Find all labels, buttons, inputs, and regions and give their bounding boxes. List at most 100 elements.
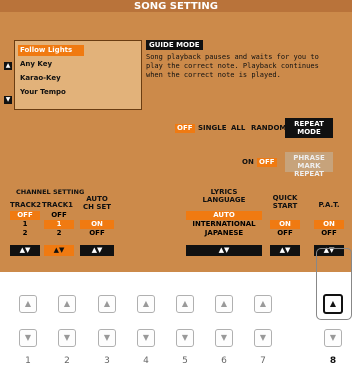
button-number-8: 8 [329,356,337,366]
phrase-option-off[interactable]: OFF [257,158,277,167]
quick-start-value-off[interactable]: OFF [270,229,300,238]
button-2-up[interactable]: ▲ [58,295,76,313]
lcd-screen: SONG SETTING ▲ ▼ Follow Lights Any Key K… [0,0,352,272]
repeat-option-random[interactable]: RANDOM [249,124,288,133]
down-triangle-icon: ▼ [63,333,71,342]
down-triangle-icon: ▼ [259,333,267,342]
list-item-any-key[interactable]: Any Key [18,59,52,70]
auto-ch-set-label-line1: AUTO [86,195,108,203]
button-1-up[interactable]: ▲ [19,295,37,313]
down-triangle-icon: ▼ [329,333,337,342]
button-7-down[interactable]: ▼ [254,329,272,347]
up-triangle-icon: ▲ [181,299,189,308]
track2-label: TRACK2 [10,201,42,209]
repeat-option-all[interactable]: ALL [229,124,247,133]
pat-value-on[interactable]: ON [314,220,344,229]
phrase-mark-repeat-button[interactable]: PHRASE MARK REPEAT [285,152,333,178]
pat-value-off[interactable]: OFF [314,229,344,238]
button-number-2: 2 [64,356,70,366]
quick-start-label-line2: START [272,202,298,210]
guide-mode-description: Song playback pauses and waits for you t… [146,53,319,79]
button-3-down[interactable]: ▼ [98,329,116,347]
button-6-down[interactable]: ▼ [215,329,233,347]
phrase-mark-button-line2: REPEAT [294,170,324,178]
button-6-up[interactable]: ▲ [215,295,233,313]
down-triangle-icon: ▼ [220,333,228,342]
track2-value-2[interactable]: 2 [10,229,40,238]
repeat-option-single[interactable]: SINGLE [196,124,229,133]
track1-value-1[interactable]: 1 [44,220,74,229]
down-triangle-icon: ▼ [103,333,111,342]
phrase-option-on[interactable]: ON [240,158,256,167]
list-item-karao-key[interactable]: Karao-Key [18,73,61,84]
button-number-7: 7 [260,356,266,366]
track1-value-off[interactable]: OFF [44,211,74,220]
updown-arrows-icon: ▲▼ [279,246,291,254]
button-3-up[interactable]: ▲ [98,295,116,313]
list-up-arrow-icon[interactable]: ▲ [4,62,12,70]
down-triangle-icon: ▼ [24,333,32,342]
track1-label: TRACK1 [42,201,74,209]
button-number-3: 3 [104,356,110,366]
track2-updown-control[interactable]: ▲▼ [10,245,40,256]
button-number-5: 5 [182,356,188,366]
down-triangle-icon: ▼ [181,333,189,342]
auto-ch-set-label: AUTO CH SET [80,195,114,211]
updown-arrows-icon: ▲▼ [218,246,230,254]
repeat-option-off[interactable]: OFF [175,124,195,133]
pat-label: P.A.T. [318,201,340,209]
lyrics-value-auto[interactable]: AUTO [186,211,262,220]
repeat-mode-button[interactable]: REPEAT MODE [285,118,333,138]
repeat-mode-button-line1: REPEAT [294,120,324,128]
auto-ch-set-value-on[interactable]: ON [80,220,114,229]
up-triangle-icon: ▲ [63,299,71,308]
lyrics-label-line1: LYRICS [210,188,238,196]
auto-ch-set-label-line2: CH SET [82,203,112,211]
phrase-mark-button-line1: PHRASE MARK [293,154,325,170]
button-4-up[interactable]: ▲ [137,295,155,313]
button-7-up[interactable]: ▲ [254,295,272,313]
lyrics-label-line2: LANGUAGE [202,196,246,204]
list-item-follow-lights[interactable]: Follow Lights [18,45,84,56]
quick-start-label: QUICK START [268,194,302,210]
quick-start-updown-control[interactable]: ▲▼ [270,245,300,256]
quick-start-value-on[interactable]: ON [270,220,300,229]
repeat-mode-button-line2: MODE [297,128,321,136]
up-triangle-icon: ▲ [24,299,32,308]
down-triangle-icon: ▼ [142,333,150,342]
lyrics-updown-control[interactable]: ▲▼ [186,245,262,256]
auto-ch-set-value-off[interactable]: OFF [80,229,114,238]
list-down-arrow-icon[interactable]: ▼ [4,96,12,104]
button-8-down[interactable]: ▼ [324,329,342,347]
updown-arrows-icon: ▲▼ [53,246,65,254]
lyrics-value-international[interactable]: INTERNATIONAL [186,220,262,229]
button-number-1: 1 [25,356,31,366]
channel-setting-label: CHANNEL SETTING [16,188,85,196]
quick-start-label-line1: QUICK [272,194,298,202]
button-1-down[interactable]: ▼ [19,329,37,347]
button-5-down[interactable]: ▼ [176,329,194,347]
up-triangle-icon: ▲ [103,299,111,308]
track1-value-2[interactable]: 2 [44,229,74,238]
guide-mode-list: Follow Lights Any Key Karao-Key Your Tem… [14,40,142,110]
button-number-6: 6 [221,356,227,366]
track2-value-1[interactable]: 1 [10,220,40,229]
track1-updown-control[interactable]: ▲▼ [44,245,74,256]
button-5-up[interactable]: ▲ [176,295,194,313]
updown-arrows-icon: ▲▼ [19,246,31,254]
updown-arrows-icon: ▲▼ [91,246,103,254]
button-8-up[interactable]: ▲ [323,294,343,314]
auto-ch-set-updown-control[interactable]: ▲▼ [80,245,114,256]
button-2-down[interactable]: ▼ [58,329,76,347]
button-number-4: 4 [143,356,149,366]
lyrics-language-label: LYRICS LANGUAGE [184,188,264,204]
track2-value-off[interactable]: OFF [10,211,40,220]
list-item-your-tempo[interactable]: Your Tempo [18,87,66,98]
guide-mode-header: GUIDE MODE [146,40,203,50]
up-triangle-icon: ▲ [142,299,150,308]
up-triangle-icon: ▲ [329,299,337,308]
up-triangle-icon: ▲ [259,299,267,308]
button-4-down[interactable]: ▼ [137,329,155,347]
up-triangle-icon: ▲ [220,299,228,308]
lyrics-value-japanese[interactable]: JAPANESE [186,229,262,238]
